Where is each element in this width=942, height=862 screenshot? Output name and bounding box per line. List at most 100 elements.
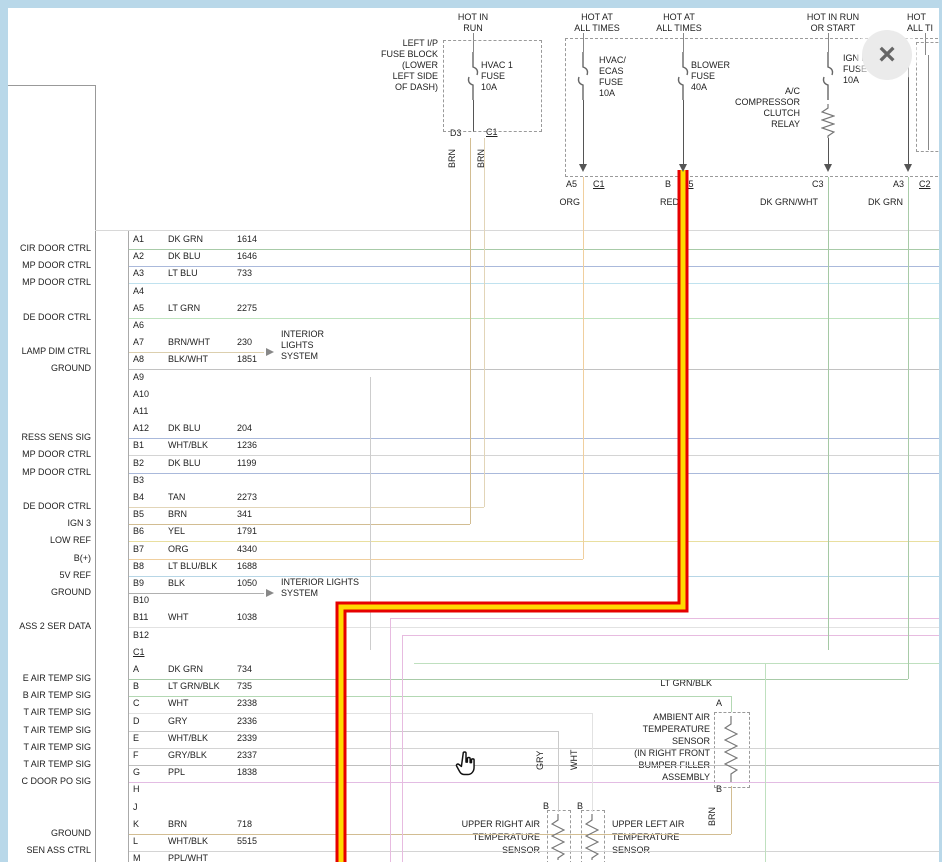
wire-dk-grn-vertical[interactable] bbox=[908, 177, 909, 679]
wire-f-horizontal[interactable] bbox=[129, 765, 939, 766]
wire-brn-vertical-2[interactable] bbox=[484, 138, 485, 507]
wire-c-horizontal[interactable] bbox=[129, 713, 592, 714]
pin-row-a: ADK GRN734 bbox=[133, 664, 252, 675]
terminal-c5: C5 bbox=[682, 179, 694, 190]
module-label: MP DOOR CTRL bbox=[8, 449, 91, 460]
wire-lt-grn-horizontal[interactable] bbox=[414, 663, 939, 664]
wire-a1-horizontal[interactable] bbox=[129, 249, 939, 250]
wire-b1-horizontal[interactable] bbox=[129, 455, 939, 456]
pin-row-b2: B2DK BLU1199 bbox=[133, 458, 256, 469]
wire-a-horizontal[interactable] bbox=[129, 679, 908, 680]
power-header-hot-all-times-clipped: HOT ALL TI bbox=[907, 12, 942, 34]
arrow-down-icon bbox=[904, 164, 912, 172]
pin-row-a10: A10 bbox=[133, 389, 237, 400]
pin-row-d: DGRY2336 bbox=[133, 716, 257, 727]
pin-row-b8: B8LT BLU/BLK1688 bbox=[133, 561, 257, 572]
wire-b11-horizontal[interactable] bbox=[129, 627, 939, 628]
wire-ppl-vertical-2[interactable] bbox=[402, 635, 403, 862]
wire-k-horizontal[interactable] bbox=[129, 834, 731, 835]
wire-ppl-horizontal-2[interactable] bbox=[402, 635, 939, 636]
wire-b5-horizontal[interactable] bbox=[129, 524, 470, 525]
wire-color-dk-grn: DK GRN bbox=[851, 197, 903, 208]
wire-a3-horizontal[interactable] bbox=[129, 283, 939, 284]
wire-b7-horizontal[interactable] bbox=[129, 559, 583, 560]
pin-row-b10: B10 bbox=[133, 595, 237, 606]
wire-b-horizontal[interactable] bbox=[129, 696, 731, 697]
pin-row-b7: B7ORG4340 bbox=[133, 544, 257, 555]
module-label: MP DOOR CTRL bbox=[8, 277, 91, 288]
pin-row-m: MPPL/WHT bbox=[133, 853, 237, 862]
pin-row-b1: B1WHT/BLK1236 bbox=[133, 440, 257, 451]
pin-row-b4: B4TAN2273 bbox=[133, 492, 257, 503]
module-label: T AIR TEMP SIG bbox=[8, 725, 91, 736]
wire-color-org: ORG bbox=[540, 197, 580, 208]
pin-row-b11: B11WHT1038 bbox=[133, 612, 257, 623]
module-label: C DOOR PO SIG bbox=[8, 776, 91, 787]
wire-a8-horizontal[interactable] bbox=[129, 369, 939, 370]
wire-ppl-horizontal-1[interactable] bbox=[390, 618, 939, 619]
module-label: T AIR TEMP SIG bbox=[8, 742, 91, 753]
module-label: MP DOOR CTRL bbox=[8, 260, 91, 271]
connector-top-line bbox=[95, 230, 939, 231]
pin-row-j: J bbox=[133, 802, 237, 813]
module-label: GROUND bbox=[8, 828, 91, 839]
module-label: T AIR TEMP SIG bbox=[8, 707, 91, 718]
wire-a12-horizontal[interactable] bbox=[129, 438, 939, 439]
fuse-icon bbox=[821, 52, 835, 100]
module-label: B AIR TEMP SIG bbox=[8, 690, 91, 701]
wire-wht-vertical[interactable] bbox=[592, 713, 593, 812]
interior-lights-ref-a7: INTERIOR LIGHTS SYSTEM bbox=[281, 329, 324, 362]
cursor-pointer-icon bbox=[455, 750, 477, 778]
pin-row-a2: A2DK BLU1646 bbox=[133, 251, 257, 262]
wire-a2-horizontal[interactable] bbox=[129, 266, 939, 267]
wire-color-gry: GRY bbox=[535, 751, 546, 770]
sensor-pin-a: A bbox=[716, 698, 722, 709]
wire-lt-grn-blk-drop[interactable] bbox=[731, 696, 732, 712]
wire-b4-horizontal[interactable] bbox=[129, 507, 484, 508]
module-label: E AIR TEMP SIG bbox=[8, 673, 91, 684]
pin-row-b9: B9BLK1050 bbox=[133, 578, 257, 589]
wire-b9-horizontal[interactable] bbox=[129, 593, 264, 594]
pin-row-a9: A9 bbox=[133, 372, 237, 383]
wire-e-horizontal[interactable] bbox=[129, 748, 939, 749]
module-label: IGN 3 bbox=[8, 518, 91, 529]
wire-a7-horizontal[interactable] bbox=[129, 352, 264, 353]
pin-row-a5: A5LT GRN2275 bbox=[133, 303, 257, 314]
wire-color-brn-left: BRN bbox=[447, 149, 458, 168]
power-header-hot-in-run-or-start: HOT IN RUN OR START bbox=[793, 12, 873, 34]
wiring-diagram-viewer: HOT IN RUN HOT AT ALL TIMES HOT AT ALL T… bbox=[0, 0, 942, 862]
pin-row-a12: A12DK BLU204 bbox=[133, 423, 252, 434]
terminal-a5: A5 bbox=[566, 179, 577, 190]
pin-row-b3: B3 bbox=[133, 475, 237, 486]
terminal-a3: A3 bbox=[893, 179, 904, 190]
wire-l-horizontal[interactable] bbox=[129, 851, 939, 852]
pin-row-a8: A8BLK/WHT1851 bbox=[133, 354, 257, 365]
relay-coil-icon bbox=[821, 104, 835, 138]
wire-brn-vertical-1[interactable] bbox=[470, 138, 471, 524]
wire-color-brn-right: BRN bbox=[476, 149, 487, 168]
wire-g-horizontal[interactable] bbox=[129, 782, 939, 783]
wire-color-wht: WHT bbox=[569, 750, 580, 771]
wire-blkwht-vertical[interactable] bbox=[370, 377, 371, 650]
pin-row-e: EWHT/BLK2339 bbox=[133, 733, 257, 744]
wire-a5-horizontal[interactable] bbox=[129, 318, 939, 319]
wire-ppl-vertical-1[interactable] bbox=[390, 618, 391, 862]
fuse-icon bbox=[576, 52, 590, 100]
wire-b6-horizontal[interactable] bbox=[129, 541, 939, 542]
module-label: LAMP DIM CTRL bbox=[8, 346, 91, 357]
wire-org-vertical[interactable] bbox=[583, 177, 584, 559]
wire-lt-grn-vertical[interactable] bbox=[765, 663, 766, 862]
module-label: DE DOOR CTRL bbox=[8, 312, 91, 323]
module-label: LOW REF bbox=[8, 535, 91, 546]
wire-b2-horizontal[interactable] bbox=[129, 473, 939, 474]
arrow-right-icon bbox=[266, 589, 274, 597]
pin-row-c1: C1 bbox=[133, 647, 237, 658]
wire-dk-grn-wht-vertical[interactable] bbox=[828, 177, 829, 650]
wire-b8-horizontal[interactable] bbox=[129, 576, 939, 577]
wire-d-horizontal[interactable] bbox=[129, 731, 558, 732]
wire-gry-vertical[interactable] bbox=[558, 731, 559, 812]
module-label: DE DOOR CTRL bbox=[8, 501, 91, 512]
wire-brn-sensor-drop[interactable] bbox=[731, 786, 732, 834]
close-icon: × bbox=[878, 38, 896, 71]
close-button[interactable]: × bbox=[862, 30, 912, 80]
